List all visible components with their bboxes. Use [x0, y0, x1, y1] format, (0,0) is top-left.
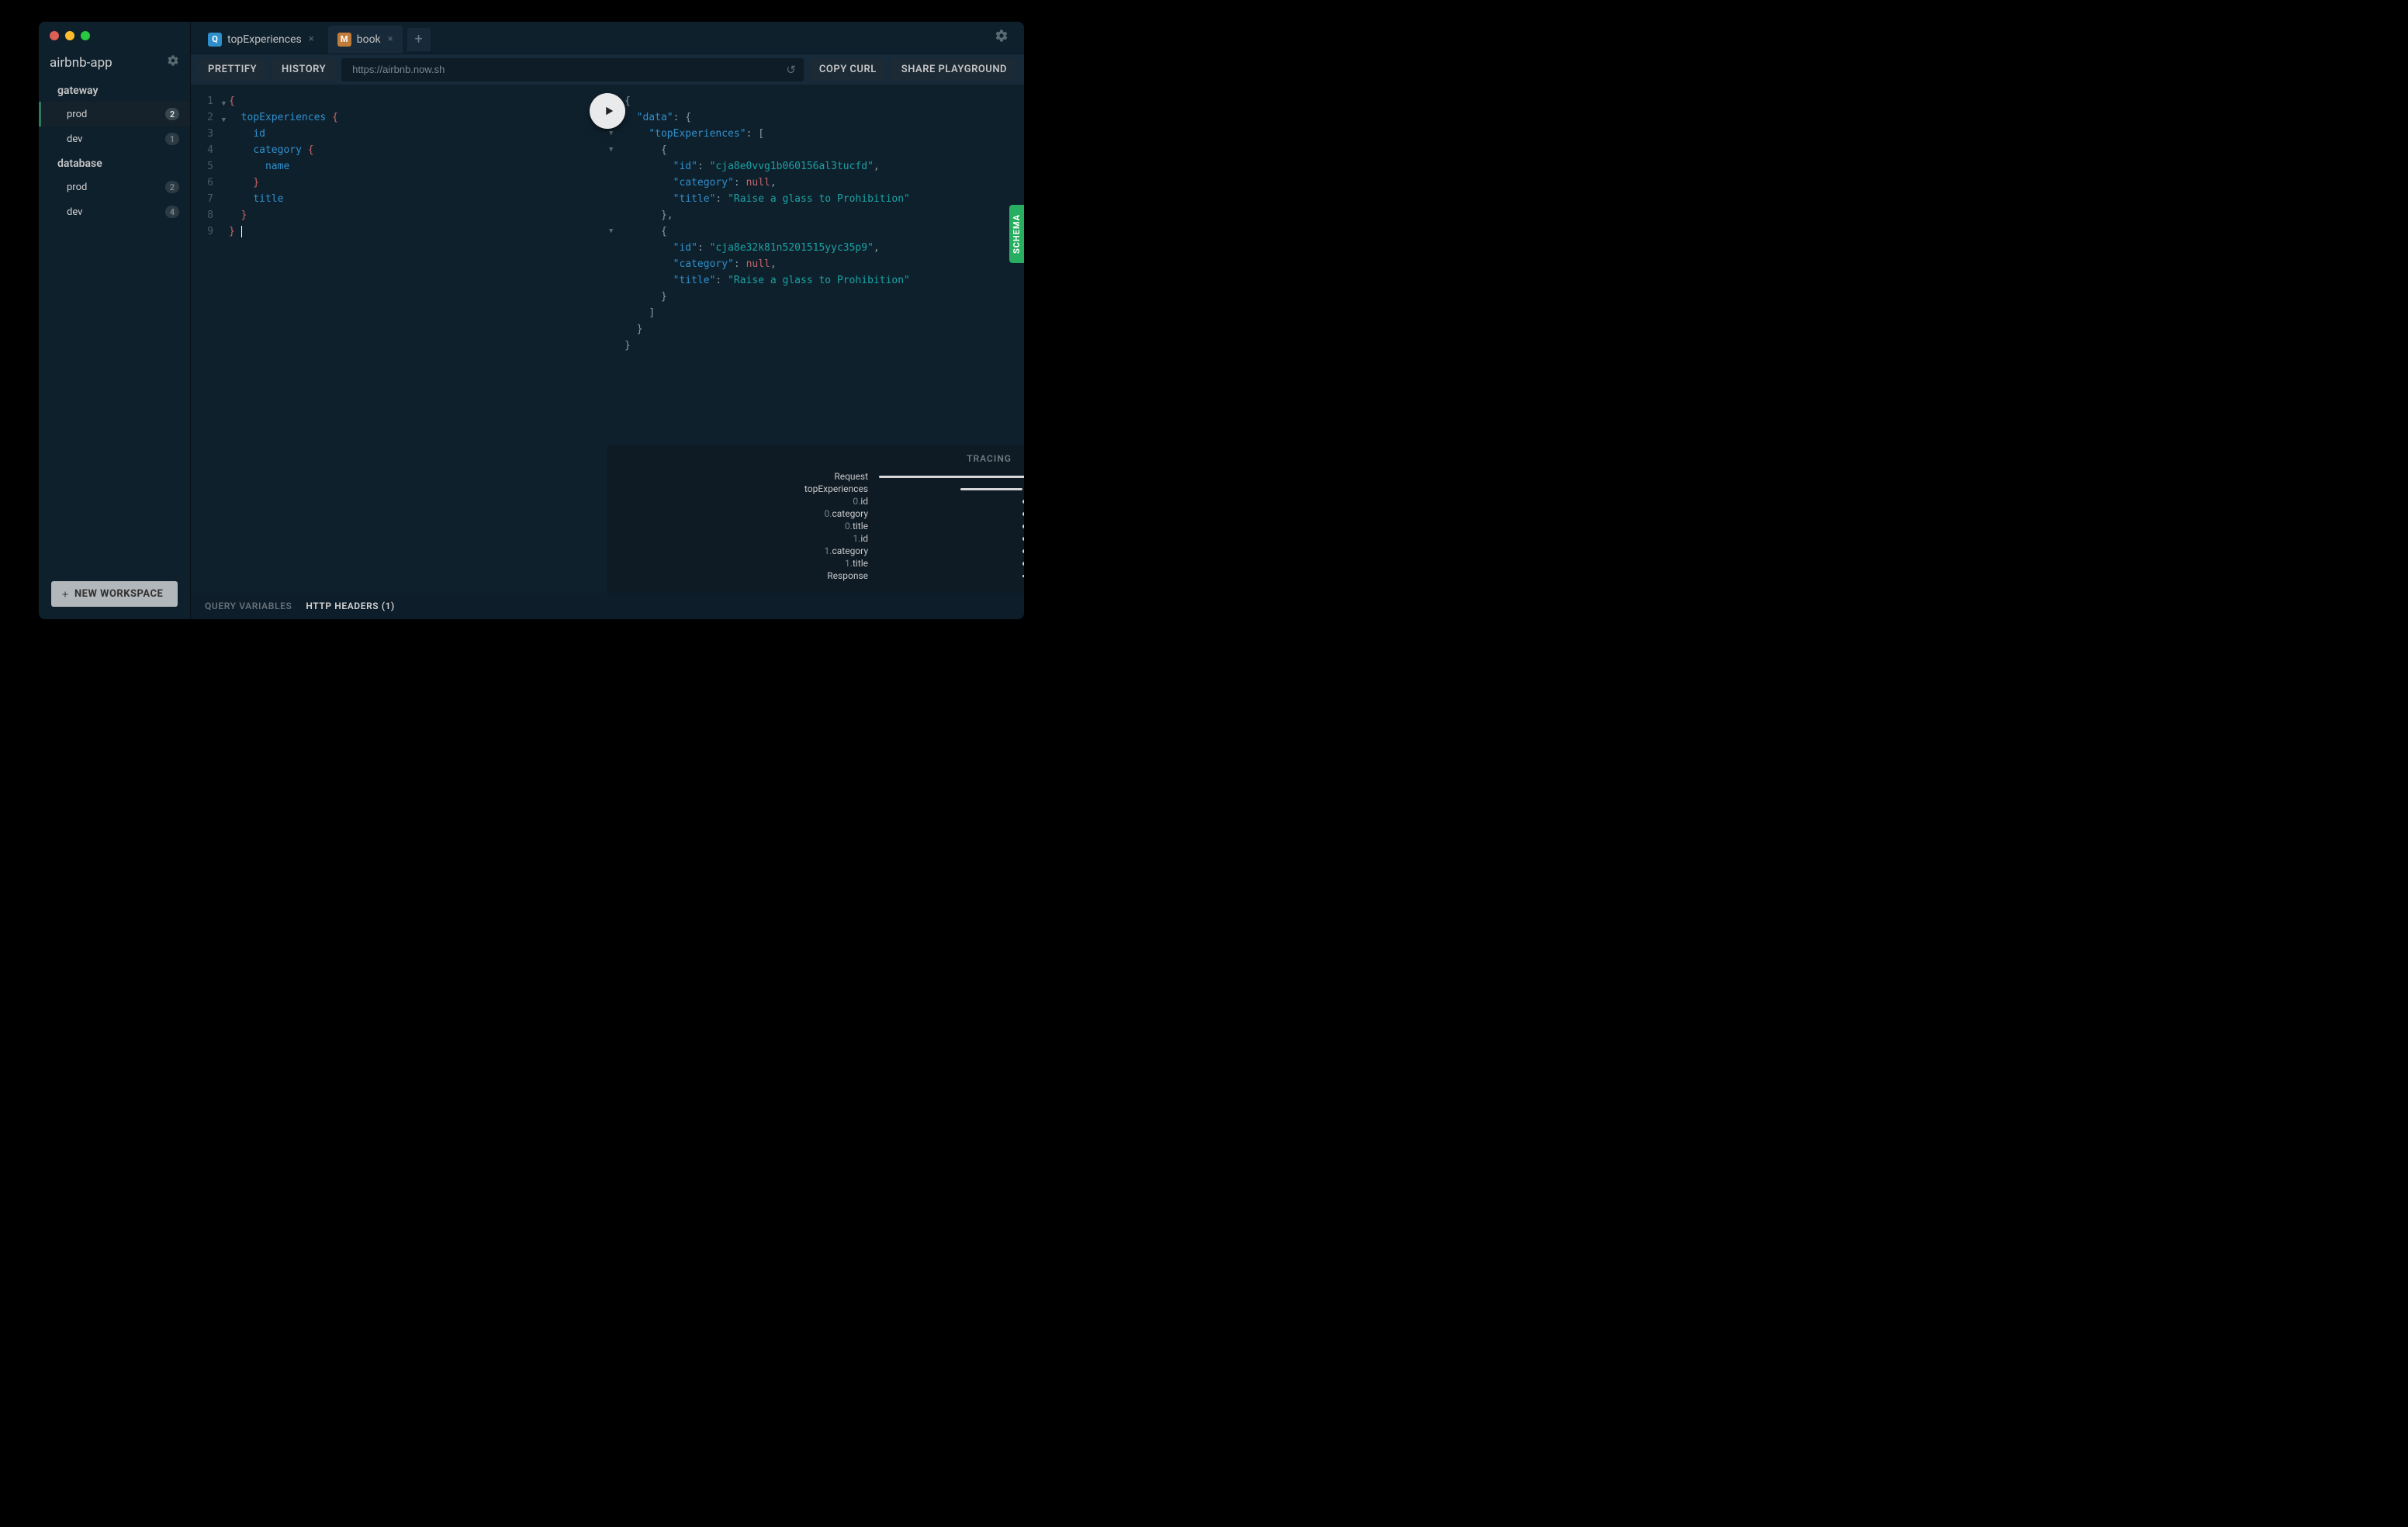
query-editor[interactable]: 1▼{2▼ topExperiences {3 id4 category {5 … — [191, 85, 607, 593]
tracing-row: 0.title6 µs — [620, 520, 1012, 532]
reload-icon[interactable]: ↺ — [786, 63, 796, 77]
close-icon[interactable]: × — [388, 33, 393, 45]
endpoint-input[interactable] — [351, 63, 794, 76]
tracing-row: 1.category2 µs — [620, 545, 1012, 557]
sidebar: airbnb-app gateway prod 2 dev 1 database prod 2… — [39, 22, 191, 619]
tracing-row: Request210 ms — [620, 470, 1012, 483]
close-icon[interactable]: × — [309, 33, 314, 45]
sidebar-item-badge: 2 — [165, 181, 179, 193]
sidebar-item-label: prod — [67, 182, 87, 193]
sidebar-category: database — [39, 151, 190, 175]
tabbar: QtopExperiences × Mbook × + — [191, 22, 1024, 54]
tab-kind-icon: M — [337, 33, 351, 47]
tracing-panel: TRACING Request210 mstopExperiences90 ms… — [607, 445, 1024, 593]
tab[interactable]: Mbook × — [328, 26, 403, 54]
tab-kind-icon: Q — [208, 33, 222, 47]
settings-gear-icon[interactable] — [987, 29, 1016, 47]
http-headers-tab[interactable]: HTTP HEADERS (1) — [306, 601, 394, 611]
sidebar-item-label: prod — [67, 109, 87, 120]
new-workspace-button[interactable]: NEW WORKSPACE — [51, 581, 178, 607]
schema-tab[interactable]: SCHEMA — [1009, 205, 1024, 263]
copy-curl-button[interactable]: COPY CURL — [810, 58, 886, 81]
sidebar-item[interactable]: dev 1 — [39, 126, 190, 151]
tracing-title: TRACING — [620, 453, 1012, 464]
bottom-bar: QUERY VARIABLES HTTP HEADERS (1) — [191, 593, 1024, 619]
execute-button[interactable] — [590, 93, 625, 129]
sidebar-category: gateway — [39, 78, 190, 102]
close-dot-icon[interactable] — [50, 31, 59, 40]
app-window: airbnb-app gateway prod 2 dev 1 database prod 2… — [39, 22, 1024, 619]
tracing-row: 1.title3 µs — [620, 557, 1012, 570]
tracing-row: 0.id21 µs — [620, 495, 1012, 507]
window-controls — [39, 22, 190, 47]
sidebar-item-label: dev — [67, 206, 82, 218]
minimize-dot-icon[interactable] — [65, 31, 74, 40]
query-pane: 1▼{2▼ topExperiences {3 id4 category {5 … — [191, 85, 607, 593]
prettify-button[interactable]: PRETTIFY — [199, 58, 266, 81]
tab-label: topExperiences — [227, 33, 302, 46]
query-variables-tab[interactable]: QUERY VARIABLES — [205, 601, 292, 611]
workspace-header: airbnb-app — [39, 47, 190, 78]
result-viewer[interactable]: ▼{▼ "data": {▼ "topExperiences": [▼ { "i… — [607, 85, 1024, 445]
tracing-row: Response12 ms — [620, 570, 1012, 582]
zoom-dot-icon[interactable] — [81, 31, 90, 40]
tab[interactable]: QtopExperiences × — [199, 26, 323, 54]
sidebar-item-badge: 2 — [165, 108, 179, 120]
gear-icon[interactable] — [167, 54, 179, 71]
sidebar-item[interactable]: prod 2 — [39, 102, 190, 126]
new-workspace-label: NEW WORKSPACE — [74, 588, 163, 600]
sidebar-item[interactable]: prod 2 — [39, 175, 190, 199]
share-playground-button[interactable]: SHARE PLAYGROUND — [892, 58, 1016, 81]
new-tab-button[interactable]: + — [407, 28, 431, 51]
history-button[interactable]: HISTORY — [272, 58, 335, 81]
tracing-row: 1.id4 µs — [620, 532, 1012, 545]
tracing-row: 0.category4 µs — [620, 507, 1012, 520]
sidebar-item-label: dev — [67, 133, 82, 145]
workspace-name: airbnb-app — [50, 55, 112, 71]
main: QtopExperiences × Mbook × + PRETTIFY HISTOR… — [191, 22, 1024, 619]
tab-label: book — [357, 33, 381, 46]
toolbar: PRETTIFY HISTORY ↺ COPY CURL SHARE PLAYG… — [191, 54, 1024, 85]
sidebar-item[interactable]: dev 4 — [39, 199, 190, 224]
tracing-row: topExperiences90 ms — [620, 483, 1012, 495]
content: 1▼{2▼ topExperiences {3 id4 category {5 … — [191, 85, 1024, 593]
sidebar-item-badge: 4 — [165, 206, 179, 218]
endpoint-url-bar[interactable]: ↺ — [341, 58, 804, 81]
result-pane: ▼{▼ "data": {▼ "topExperiences": [▼ { "i… — [607, 85, 1024, 593]
sidebar-item-badge: 1 — [165, 133, 179, 145]
